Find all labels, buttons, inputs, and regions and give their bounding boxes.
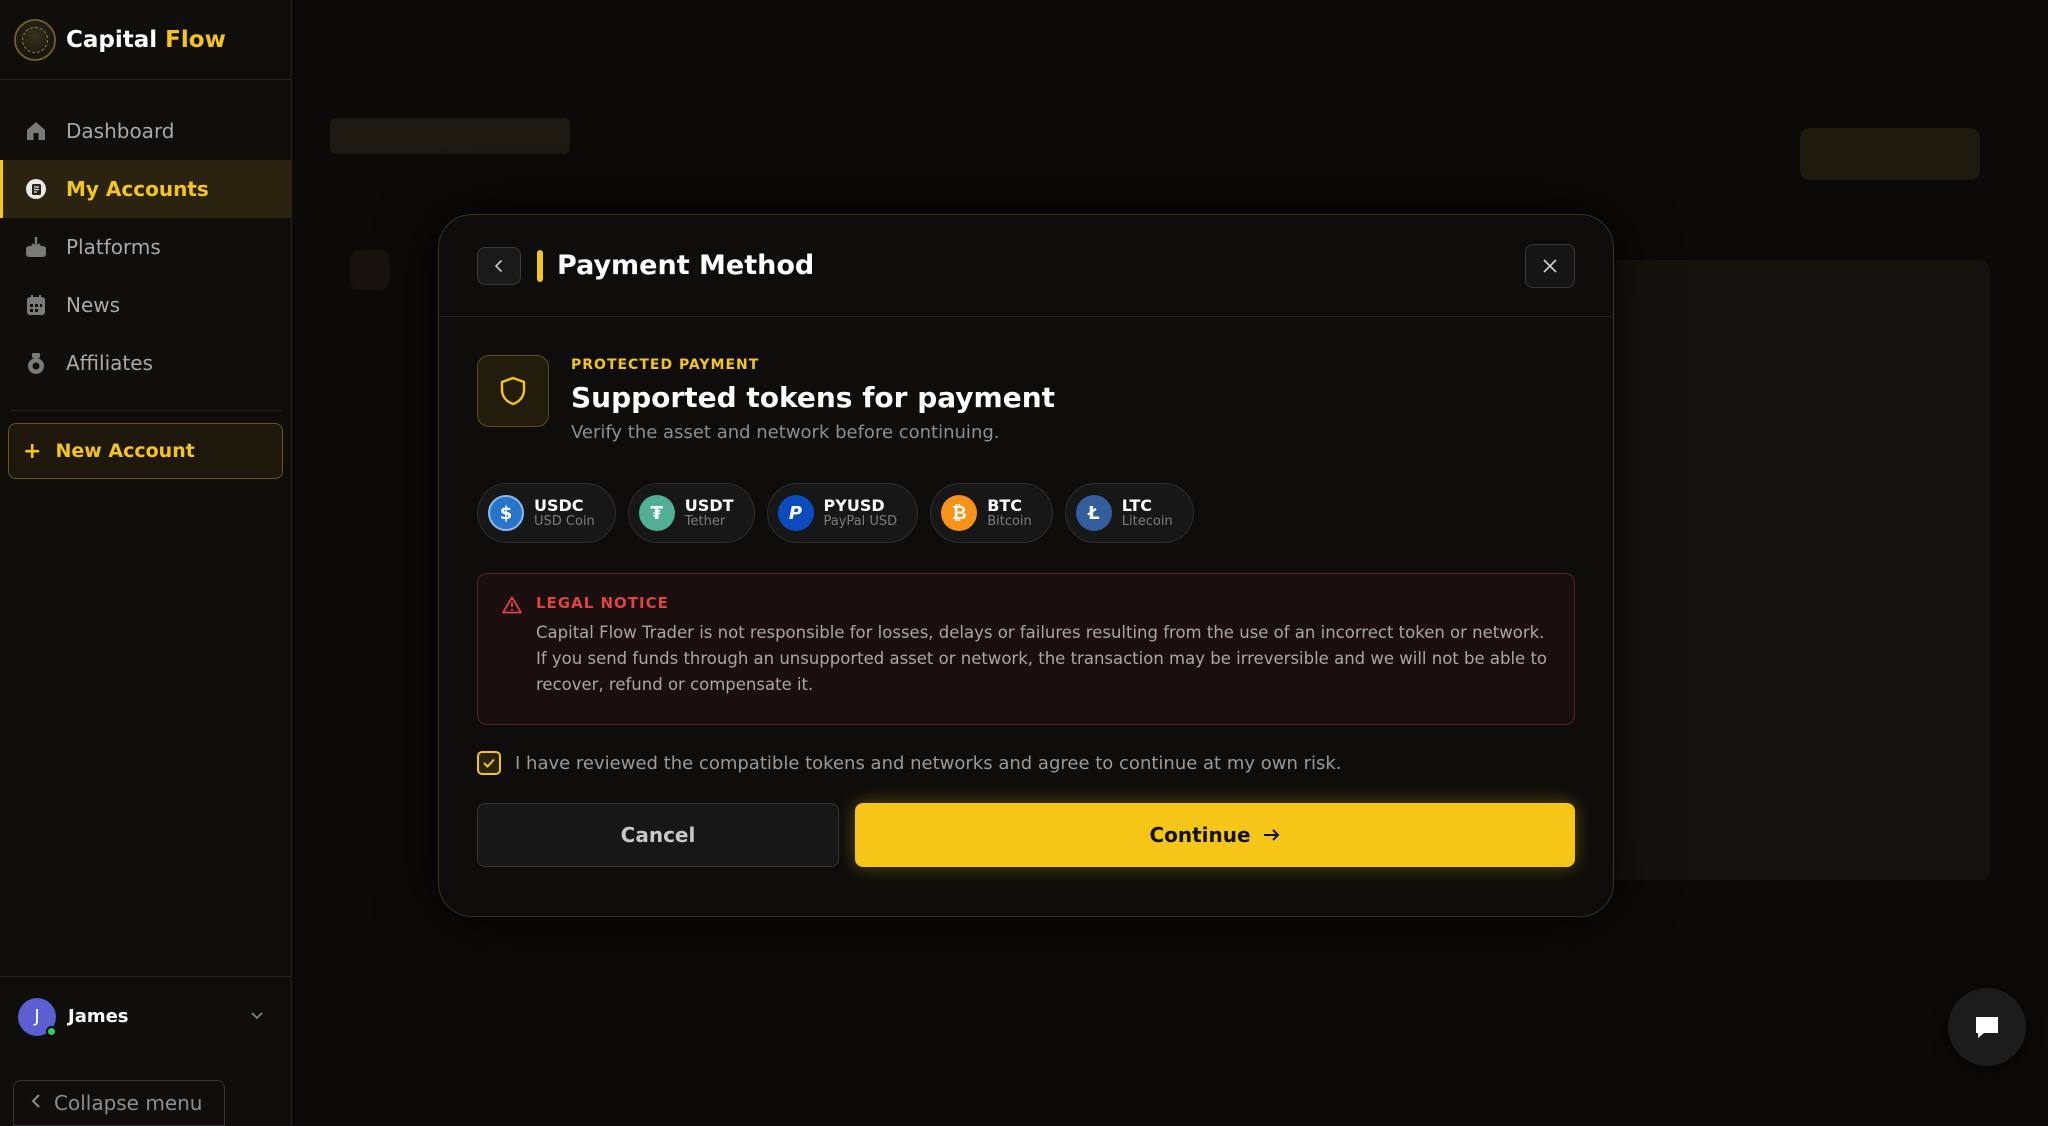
bitcoin-icon: ₿ [941, 495, 978, 531]
litecoin-icon: Ł [1075, 495, 1112, 531]
close-button[interactable] [1525, 243, 1575, 288]
dimmed-card [350, 250, 390, 290]
token-pyusd[interactable]: P PYUSD PayPal USD [766, 483, 919, 543]
chat-button[interactable] [1948, 988, 2026, 1066]
token-name: Bitcoin [987, 513, 1032, 529]
modal-title: Payment Method [557, 250, 815, 281]
chevron-left-icon [30, 1093, 42, 1114]
warning-icon [502, 594, 522, 724]
legal-notice-title: LEGAL NOTICE [536, 594, 669, 612]
chevron-down-icon [250, 1009, 264, 1025]
legal-notice-text: Capital Flow Trader is not responsible f… [536, 623, 1548, 694]
sidebar-item-dashboard[interactable]: Dashboard [0, 102, 291, 160]
sidebar-nav: Dashboard My Accounts Platforms News Aff… [0, 80, 291, 392]
sidebar: Capital Flow Dashboard My Accounts Platf… [0, 0, 292, 1126]
avatar-initial: J [34, 1006, 40, 1027]
token-ltc[interactable]: Ł LTC Litecoin [1064, 483, 1194, 543]
intro-section: PROTECTED PAYMENT Supported tokens for p… [477, 355, 1575, 443]
modal-actions: Cancel Continue [477, 803, 1575, 867]
modal-header: Payment Method [439, 215, 1613, 317]
title-accent-bar [537, 249, 543, 282]
avatar: J [18, 997, 57, 1037]
legal-notice: LEGAL NOTICE Capital Flow Trader is not … [477, 573, 1575, 725]
brand-name: Capital Flow [66, 27, 226, 53]
token-usdc[interactable]: $ USDC USD Coin [477, 483, 616, 543]
token-list: $ USDC USD Coin ₮ USDT Tether P PYUSD Pa… [477, 483, 1575, 543]
accounts-icon [24, 177, 48, 201]
token-symbol: LTC [1121, 496, 1152, 516]
brand-name-primary: Capital [66, 26, 158, 53]
token-symbol: BTC [987, 496, 1023, 516]
dimmed-side-panel [1600, 260, 1990, 880]
eyebrow-label: PROTECTED PAYMENT [571, 357, 760, 373]
agree-checkbox[interactable] [477, 751, 501, 775]
close-icon [1543, 258, 1557, 273]
agree-label: I have reviewed the compatible tokens an… [515, 752, 1342, 774]
cancel-button[interactable]: Cancel [477, 803, 839, 867]
plus-icon: + [23, 438, 42, 464]
sidebar-item-label: My Accounts [66, 177, 209, 201]
paypal-icon: P [777, 495, 814, 531]
affiliates-icon [24, 351, 48, 375]
continue-button[interactable]: Continue [855, 803, 1575, 867]
online-status-dot [46, 1025, 57, 1037]
chat-icon [1976, 1017, 1998, 1038]
collapse-menu-button[interactable]: Collapse menu [13, 1080, 225, 1126]
token-btc[interactable]: ₿ BTC Bitcoin [930, 483, 1053, 543]
token-name: USD Coin [534, 513, 595, 529]
modal-body: PROTECTED PAYMENT Supported tokens for p… [439, 317, 1613, 867]
intro-text: PROTECTED PAYMENT Supported tokens for p… [571, 355, 1055, 443]
usdc-icon: $ [488, 495, 524, 531]
subline: Verify the asset and network before cont… [571, 422, 1000, 443]
home-icon [24, 119, 48, 143]
token-name: PayPal USD [823, 513, 898, 529]
new-account-label: New Account [55, 440, 195, 462]
sidebar-divider [10, 410, 281, 411]
shield-icon [477, 355, 549, 427]
brand[interactable]: Capital Flow [0, 0, 291, 80]
continue-label: Continue [1149, 823, 1251, 847]
check-icon [483, 758, 495, 768]
agree-row[interactable]: I have reviewed the compatible tokens an… [477, 751, 1575, 775]
token-name: Litecoin [1121, 513, 1173, 529]
dimmed-page-button [1800, 128, 1980, 180]
new-account-button[interactable]: + New Account [8, 423, 283, 479]
chevron-left-icon [494, 259, 503, 272]
sidebar-item-my-accounts[interactable]: My Accounts [0, 160, 291, 218]
user-menu[interactable]: J James [0, 976, 292, 1056]
tether-icon: ₮ [638, 495, 675, 531]
sidebar-item-news[interactable]: News [0, 276, 291, 334]
token-symbol: USDC [534, 496, 584, 516]
sidebar-item-label: Dashboard [66, 119, 175, 143]
download-icon [24, 235, 48, 259]
token-symbol: USDT [684, 496, 734, 516]
dimmed-page-title [330, 118, 570, 154]
sidebar-item-label: Affiliates [66, 351, 153, 375]
collapse-menu-label: Collapse menu [54, 1091, 203, 1115]
sidebar-item-label: News [66, 293, 121, 317]
sidebar-item-platforms[interactable]: Platforms [0, 218, 291, 276]
token-symbol: PYUSD [823, 496, 885, 516]
sidebar-item-label: Platforms [66, 235, 161, 259]
brand-name-accent: Flow [165, 26, 226, 53]
sidebar-item-affiliates[interactable]: Affiliates [0, 334, 291, 392]
payment-method-modal: Payment Method PROTECTED PAYMENT Support… [438, 214, 1614, 917]
token-name: Tether [684, 513, 726, 529]
user-name: James [68, 1006, 129, 1027]
token-usdt[interactable]: ₮ USDT Tether [627, 483, 755, 543]
brand-logo [14, 18, 56, 61]
calendar-icon [24, 293, 48, 317]
headline: Supported tokens for payment [571, 381, 1056, 414]
arrow-right-icon [1263, 823, 1281, 847]
back-button[interactable] [477, 246, 521, 285]
